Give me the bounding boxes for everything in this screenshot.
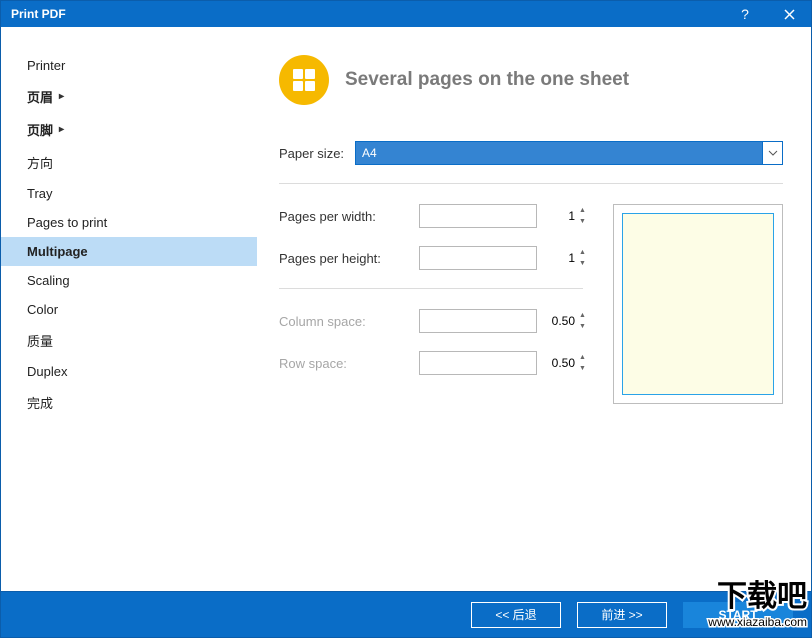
sidebar-item-multipage[interactable]: Multipage: [1, 237, 257, 266]
pages-per-height-spinner[interactable]: ▲▼: [419, 246, 537, 270]
pages-per-width-label: Pages per width:: [279, 209, 419, 224]
row-space-spinner[interactable]: ▲▼: [419, 351, 537, 375]
preview-page: [622, 213, 774, 395]
sidebar-item-quality[interactable]: 质量: [1, 324, 257, 357]
close-icon: [784, 9, 795, 20]
dropdown-icon: [762, 142, 782, 164]
paper-size-label: Paper size:: [279, 146, 355, 161]
sidebar-item-printer[interactable]: Printer: [1, 51, 257, 80]
divider: [279, 288, 583, 289]
sidebar: Printer 页眉▸ 页脚▸ 方向 Tray Pages to print M…: [1, 27, 257, 591]
column-space-spinner[interactable]: ▲▼: [419, 309, 537, 333]
help-button[interactable]: ?: [723, 1, 767, 27]
spin-down-icon[interactable]: ▼: [579, 216, 586, 227]
chevron-right-icon: ▸: [59, 91, 64, 102]
spin-up-icon[interactable]: ▲: [579, 352, 586, 363]
sidebar-item-scaling[interactable]: Scaling: [1, 266, 257, 295]
start-button[interactable]: START: [683, 602, 793, 628]
divider: [279, 183, 783, 184]
dialog-body: Printer 页眉▸ 页脚▸ 方向 Tray Pages to print M…: [1, 27, 811, 591]
spin-up-icon[interactable]: ▲: [579, 247, 586, 258]
titlebar: Print PDF ?: [1, 1, 811, 27]
column-space-input[interactable]: [420, 310, 579, 332]
multipage-icon: [279, 55, 329, 105]
column-space-label: Column space:: [279, 314, 419, 329]
paper-size-select[interactable]: A4: [355, 141, 783, 165]
main-panel: Several pages on the one sheet Paper siz…: [257, 27, 811, 591]
sidebar-item-footer[interactable]: 页脚▸: [1, 113, 257, 146]
window-title: Print PDF: [11, 7, 723, 21]
spin-down-icon[interactable]: ▼: [579, 258, 586, 269]
pages-per-height-label: Pages per height:: [279, 251, 419, 266]
spin-up-icon[interactable]: ▲: [579, 310, 586, 321]
close-button[interactable]: [767, 1, 811, 27]
spin-down-icon[interactable]: ▼: [579, 321, 586, 332]
paper-size-value: A4: [356, 146, 762, 160]
row-space-label: Row space:: [279, 356, 419, 371]
back-button[interactable]: << 后退: [471, 602, 561, 628]
sidebar-item-tray[interactable]: Tray: [1, 179, 257, 208]
forward-button[interactable]: 前进 >>: [577, 602, 667, 628]
sidebar-item-pages-to-print[interactable]: Pages to print: [1, 208, 257, 237]
sidebar-item-header[interactable]: 页眉▸: [1, 80, 257, 113]
sidebar-item-orientation[interactable]: 方向: [1, 146, 257, 179]
sidebar-item-color[interactable]: Color: [1, 295, 257, 324]
page-preview: [613, 204, 783, 404]
pages-per-height-input[interactable]: [420, 247, 579, 269]
spin-down-icon[interactable]: ▼: [579, 363, 586, 374]
pages-per-width-input[interactable]: [420, 205, 579, 227]
sidebar-item-duplex[interactable]: Duplex: [1, 357, 257, 386]
panel-header: Several pages on the one sheet: [279, 55, 783, 105]
spin-up-icon[interactable]: ▲: [579, 205, 586, 216]
pages-per-width-spinner[interactable]: ▲▼: [419, 204, 537, 228]
panel-heading: Several pages on the one sheet: [345, 69, 629, 91]
footer: << 后退 前进 >> START: [1, 591, 811, 637]
sidebar-item-finish[interactable]: 完成: [1, 386, 257, 419]
chevron-right-icon: ▸: [59, 124, 64, 135]
row-space-input[interactable]: [420, 352, 579, 374]
